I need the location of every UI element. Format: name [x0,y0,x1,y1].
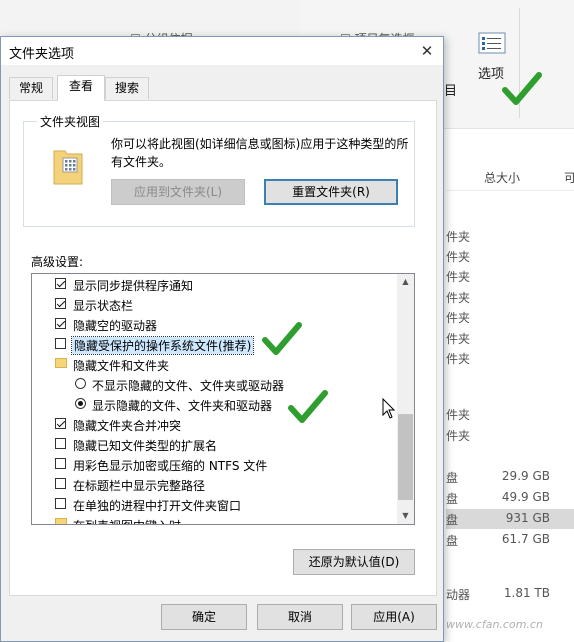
folder-views-title: 文件夹视图 [37,113,104,130]
list-item[interactable]: 动器 1.81 TB [446,584,574,604]
folder-view-icon [53,150,83,185]
setting-separate-process[interactable]: 在单独的进程中打开文件夹窗口 [32,494,398,514]
column-header-free-space[interactable]: 可 [564,169,574,186]
checkbox[interactable] [55,318,66,329]
folder-options-dialog: 文件夹选项 ✕ 常规 查看 搜索 文件夹视图 你可以将此视图(如详细信息或图标)… [0,36,444,642]
advanced-settings-label: 高级设置: [31,255,84,269]
advanced-settings-list[interactable]: 显示同步提供程序通知 显示状态栏 隐藏空的驱动器 隐藏受保护的操作系统文件(推荐… [31,273,415,525]
setting-show-status-bar[interactable]: 显示状态栏 [32,294,398,314]
scrollbar-thumb[interactable] [398,414,413,500]
list-item[interactable]: 盘 29.9 GB [446,467,574,487]
green-check-annotation-icon [262,322,302,355]
folder-icon [55,358,67,368]
options-button-label[interactable]: 选项 [478,63,504,82]
dialog-title: 文件夹选项 [9,47,75,62]
checkbox[interactable] [55,438,66,449]
scroll-down-icon[interactable]: ▼ [397,508,414,524]
folder-views-description: 你可以将此视图(如详细信息或图标)应用于这种类型的所有文件夹。 [111,137,409,169]
checkbox[interactable] [55,458,66,469]
setting-group-typing-list: 在列表视图中键入时 [32,514,398,524]
tab-search[interactable]: 搜索 [105,77,149,99]
setting-dont-show-hidden[interactable]: 不显示隐藏的文件、文件夹或驱动器 [32,374,398,394]
setting-hide-protected-os-files[interactable]: 隐藏受保护的操作系统文件(推荐) [32,334,398,355]
setting-show-hidden[interactable]: 显示隐藏的文件、文件夹和驱动器 [32,394,398,414]
ribbon-cut-text: 目 [444,84,458,99]
apply-button[interactable]: 应用(A) [351,604,437,630]
checkbox[interactable] [55,278,66,289]
options-icon[interactable] [478,32,506,54]
list-item[interactable]: 件夹 [446,307,574,327]
advanced-list-scrollbar[interactable]: ▲ ▼ [397,274,414,524]
list-item[interactable]: 件夹 [446,404,574,424]
checkbox[interactable] [55,498,66,509]
checkbox[interactable] [55,298,66,309]
setting-hide-empty-drives[interactable]: 隐藏空的驱动器 [32,314,398,334]
checkbox[interactable] [55,338,66,349]
dialog-titlebar[interactable]: 文件夹选项 ✕ [1,37,443,65]
list-item[interactable]: 件夹 [446,287,574,307]
list-item[interactable]: 件夹 [446,226,574,246]
apply-to-folders-button[interactable]: 应用到文件夹(L) [111,179,245,205]
list-item[interactable]: 盘 49.9 GB [446,488,574,508]
restore-defaults-button[interactable]: 还原为默认值(D) [293,549,415,575]
tab-view[interactable]: 查看 [57,75,105,101]
ok-button[interactable]: 确定 [161,604,247,630]
cancel-button[interactable]: 取消 [257,604,343,630]
tab-general[interactable]: 常规 [9,77,53,99]
checkbox[interactable] [55,478,66,489]
list-item[interactable]: 盘 61.7 GB [446,530,574,550]
list-item[interactable]: 盘 931 GB [446,509,574,529]
setting-hide-extensions[interactable]: 隐藏已知文件类型的扩展名 [32,434,398,454]
setting-full-path-title[interactable]: 在标题栏中显示完整路径 [32,474,398,494]
reset-folders-button[interactable]: 重置文件夹(R) [264,179,398,205]
green-check-annotation-icon [288,390,328,423]
green-check-annotation-icon [502,72,542,105]
list-item[interactable]: 件夹 [446,425,574,445]
watermark: www.cfan.com.cn [446,618,543,631]
list-item[interactable]: 件夹 [446,266,574,286]
list-item[interactable]: 件夹 [446,246,574,266]
setting-color-ntfs[interactable]: 用彩色显示加密或压缩的 NTFS 文件 [32,454,398,474]
column-header-total-size[interactable]: 总大小 [484,169,520,186]
folder-icon [55,518,67,524]
mouse-cursor-icon [382,398,396,419]
setting-hide-merge-conflicts[interactable]: 隐藏文件夹合并冲突 [32,414,398,434]
setting-group-hidden-files: 隐藏文件和文件夹 [32,354,398,374]
list-item[interactable]: 件夹 [446,348,574,368]
radio-button[interactable] [75,398,86,409]
list-item[interactable]: 件夹 [446,328,574,348]
close-icon[interactable]: ✕ [413,39,441,63]
scroll-up-icon[interactable]: ▲ [397,274,414,290]
radio-button[interactable] [75,378,86,389]
checkbox[interactable] [55,418,66,429]
setting-show-sync-notifications[interactable]: 显示同步提供程序通知 [32,274,398,294]
